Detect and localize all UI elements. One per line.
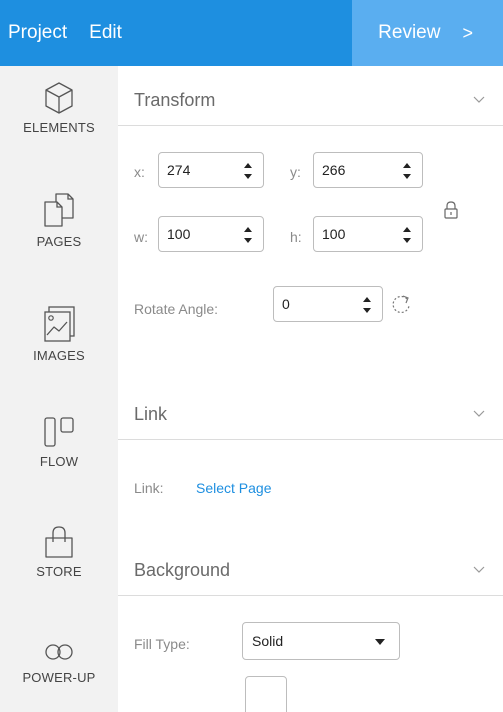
sidebar-item-elements[interactable]: ELEMENTS — [0, 80, 118, 180]
sidebar-item-label: PAGES — [36, 234, 82, 249]
select-page-link[interactable]: Select Page — [196, 480, 272, 496]
pages-icon — [44, 193, 74, 227]
sidebar: ELEMENTS PAGES IMAGES FLOW STORE POWER-U… — [0, 66, 118, 712]
menu-project[interactable]: Project — [8, 22, 67, 44]
background-section-header[interactable]: Background — [118, 536, 503, 596]
fill-type-select[interactable]: Solid — [242, 622, 400, 660]
rotate-icon[interactable] — [390, 292, 412, 316]
caret-down-icon — [375, 639, 385, 645]
sidebar-item-label: FLOW — [39, 454, 79, 469]
sidebar-item-store[interactable]: STORE — [0, 524, 118, 624]
stepper-arrows-icon[interactable] — [402, 225, 412, 245]
chevron-down-icon — [473, 410, 485, 417]
lock-icon[interactable] — [443, 200, 459, 220]
rotate-angle-input[interactable] — [282, 293, 342, 315]
stepper-arrows-icon[interactable] — [243, 161, 253, 181]
chevron-down-icon — [473, 96, 485, 103]
h-input[interactable] — [322, 223, 382, 245]
stepper-arrows-icon[interactable] — [402, 161, 412, 181]
sidebar-item-label: STORE — [36, 564, 82, 579]
y-stepper[interactable] — [313, 152, 423, 188]
x-stepper[interactable] — [158, 152, 264, 188]
sidebar-item-label: IMAGES — [33, 348, 85, 363]
menu-edit[interactable]: Edit — [89, 22, 122, 44]
flow-icon — [44, 417, 74, 447]
w-label: w: — [134, 229, 148, 245]
transform-section-header[interactable]: Transform — [118, 66, 503, 126]
stepper-arrows-icon[interactable] — [362, 295, 372, 315]
sidebar-item-images[interactable]: IMAGES — [0, 304, 118, 404]
h-label: h: — [290, 229, 302, 245]
section-title: Link — [134, 404, 168, 424]
top-menu: Project Edit — [0, 0, 352, 66]
fill-type-value: Solid — [252, 633, 284, 649]
review-button[interactable]: Review > — [352, 0, 503, 66]
rotate-angle-label: Rotate Angle: — [134, 301, 219, 317]
y-input[interactable] — [322, 159, 382, 181]
cube-icon — [45, 82, 73, 114]
sidebar-item-flow[interactable]: FLOW — [0, 414, 118, 514]
x-input[interactable] — [167, 159, 227, 181]
section-title: Transform — [134, 90, 216, 110]
infinity-icon — [45, 644, 73, 660]
link-section-header[interactable]: Link — [118, 380, 503, 440]
top-bar: Project Edit Review > — [0, 0, 503, 66]
sidebar-item-pages[interactable]: PAGES — [0, 190, 118, 290]
images-icon — [44, 306, 75, 342]
h-stepper[interactable] — [313, 216, 423, 252]
stepper-arrows-icon[interactable] — [243, 225, 253, 245]
x-label: x: — [134, 164, 145, 180]
shopping-bag-icon — [45, 526, 73, 558]
y-label: y: — [290, 164, 301, 180]
properties-panel: Transform x: y: w: h: Rotate An — [118, 66, 503, 712]
fill-type-label: Fill Type: — [134, 636, 190, 652]
chevron-right-icon: > — [462, 22, 473, 43]
w-stepper[interactable] — [158, 216, 264, 252]
rotate-angle-stepper[interactable] — [273, 286, 383, 322]
w-input[interactable] — [167, 223, 227, 245]
sidebar-item-power-up[interactable]: POWER-UP — [0, 638, 118, 712]
section-title: Background — [134, 560, 231, 580]
sidebar-item-label: ELEMENTS — [23, 120, 95, 135]
sidebar-item-label: POWER-UP — [22, 670, 96, 685]
fill-color-swatch[interactable] — [245, 676, 287, 712]
link-label: Link: — [134, 480, 164, 496]
chevron-down-icon — [473, 566, 485, 573]
review-label: Review — [378, 22, 441, 43]
